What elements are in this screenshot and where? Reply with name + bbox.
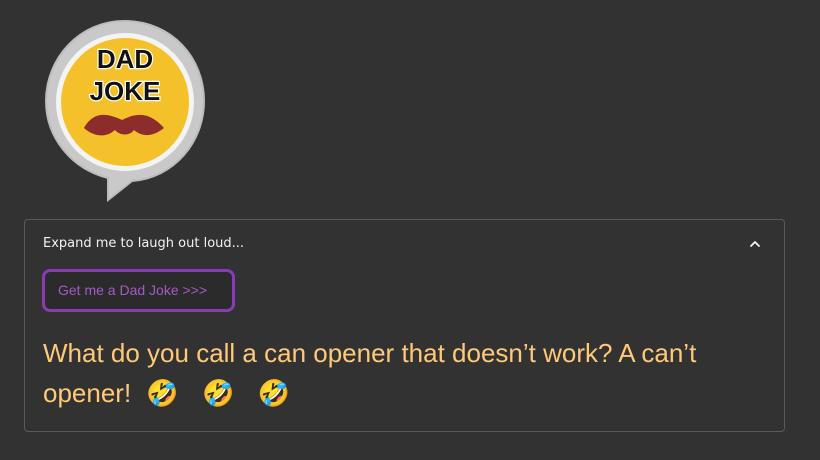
get-dad-joke-button[interactable]: Get me a Dad Joke >>> [42,269,235,312]
joke-expander: Expand me to laugh out loud... Get me a … [24,219,785,432]
expander-title: Expand me to laugh out loud... [43,236,245,251]
joke-text: What do you call a can opener that doesn… [43,338,697,408]
chevron-up-icon[interactable] [748,237,762,251]
expander-header[interactable]: Expand me to laugh out loud... [25,220,784,268]
logo-word-joke: JOKE [90,76,161,106]
joke-text-block: What do you call a can opener that doesn… [43,333,763,413]
dad-joke-logo: DAD JOKE [42,18,208,203]
dad-joke-logo-svg: DAD JOKE [44,19,206,203]
laughing-emoji-icons: 🤣 🤣 🤣 [146,378,298,408]
logo-word-dad: DAD [97,44,153,74]
